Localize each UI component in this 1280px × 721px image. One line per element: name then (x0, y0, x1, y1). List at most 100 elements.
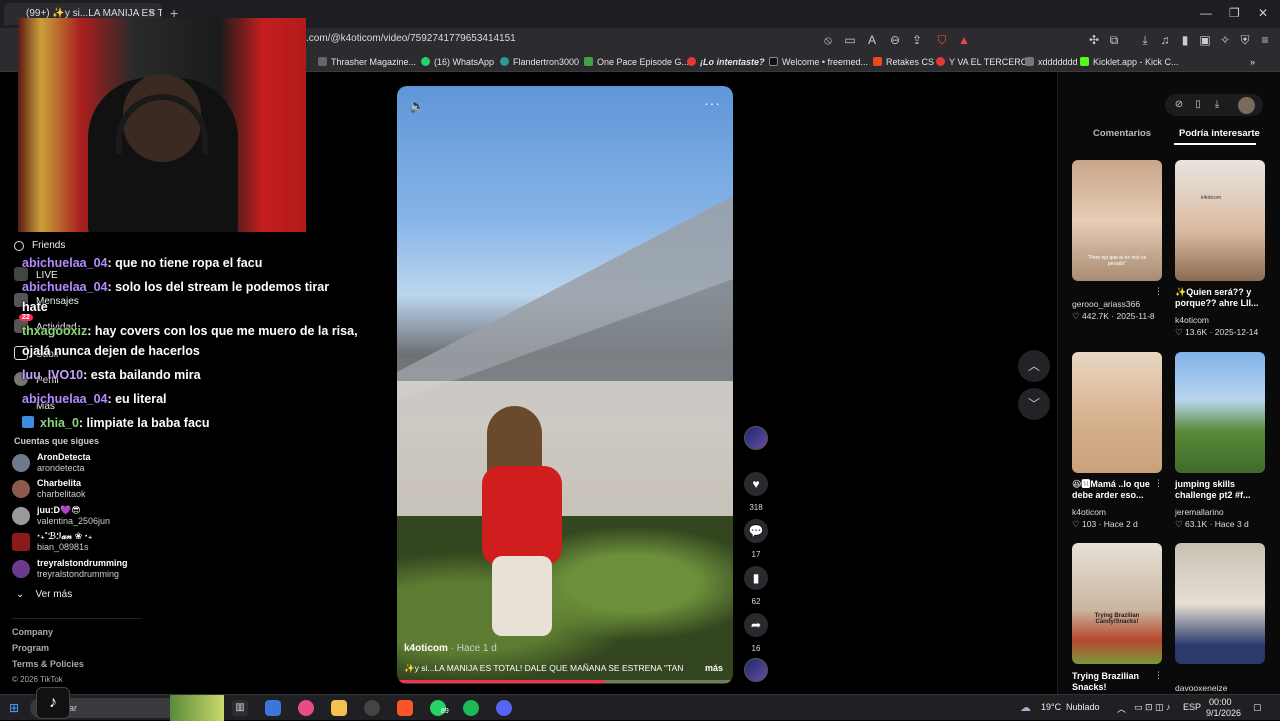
minimize-icon[interactable]: — (1200, 6, 1212, 20)
brave-shield-icon[interactable]: ⛉ (934, 33, 950, 48)
comment-count: 17 (751, 550, 761, 559)
bookmark-item[interactable]: Flandertron3000 (500, 57, 579, 67)
video-title[interactable]: Trying Brazilian Snacks! (1072, 671, 1164, 693)
video-author[interactable]: k4oticom (1175, 315, 1209, 325)
menu-icon[interactable]: ≡ (1257, 33, 1273, 47)
suggested-video-thumb[interactable] (1072, 352, 1162, 473)
bookmark-item[interactable]: One Pace Episode G... (584, 57, 689, 67)
share-count: 16 (751, 644, 761, 653)
share-icon[interactable]: ⇪ (909, 33, 925, 47)
video-author[interactable]: davooxeneize (1175, 683, 1227, 693)
video-title[interactable]: 😆🅼Mamá ..lo que debe arder eso... (1072, 479, 1164, 501)
windows-taskbar: ⊞ scar ♪ ▥ 89 ☁ 19°C Nublado ︿ ▭ ⊡ ◫ ♪ E… (0, 687, 1280, 721)
next-video-button[interactable]: ﹀ (1018, 388, 1050, 420)
brave-icon[interactable] (397, 700, 413, 716)
bookmark-item[interactable]: (16) WhatsApp (421, 57, 494, 67)
notifications-icon[interactable]: ▢ (1253, 702, 1262, 713)
weather-desc[interactable]: Nublado (1066, 702, 1100, 712)
bookmark-item[interactable]: Retakes CS (873, 57, 934, 67)
suggested-video-thumb[interactable] (1175, 543, 1265, 664)
chat-message: abichuelaa_04: solo los del stream le po… (22, 280, 330, 294)
app-icon[interactable] (298, 700, 314, 716)
user-avatar[interactable] (1238, 97, 1255, 114)
author-avatar[interactable] (744, 426, 768, 450)
weather-temp[interactable]: 19°C (1041, 702, 1061, 712)
see-more-button[interactable]: ⌄ Ver más (16, 589, 72, 600)
chat-badge-icon (22, 416, 34, 428)
tab-comments[interactable]: Comentarios (1093, 128, 1151, 139)
video-author[interactable]: k4oticom (1072, 507, 1106, 517)
clock-date[interactable]: 9/1/2026 (1206, 708, 1241, 718)
bookmark-item[interactable]: xddddddd (1025, 57, 1078, 67)
app-icon[interactable] (364, 700, 380, 716)
bookmarks-overflow-icon[interactable]: » (1250, 57, 1255, 67)
task-view-icon[interactable]: ▥ (232, 700, 248, 716)
tab-suggestions[interactable]: Podría interesarte (1179, 128, 1260, 139)
bookmark-item[interactable]: ¡Lo intentaste? (687, 57, 765, 67)
close-window-icon[interactable]: ✕ (1258, 6, 1268, 20)
footer-company[interactable]: Company (12, 627, 53, 637)
bookmark-item[interactable]: Kicklet.app - Kick C... (1080, 57, 1179, 67)
suggested-video-thumb[interactable]: Trying Brazilian Candy/Snacks! (1072, 543, 1162, 664)
more-options-icon[interactable]: ⋮ (1154, 670, 1163, 681)
more-options-icon[interactable]: ··· (704, 95, 721, 111)
wallet-icon[interactable]: ▣ (1197, 33, 1213, 47)
spotify-icon[interactable] (463, 700, 479, 716)
share-icon[interactable]: ➦ (744, 613, 768, 637)
reader-icon[interactable]: ⦸ (820, 33, 836, 48)
bookmark-item[interactable]: Thrasher Magazine... (318, 57, 416, 67)
translate-icon[interactable]: A (864, 33, 880, 47)
footer-terms[interactable]: Terms & Policies (12, 659, 84, 669)
download-icon[interactable]: ⤓ (1210, 99, 1224, 113)
video-title[interactable]: ✨Quien será?? y porque?? ahre LII... (1175, 287, 1267, 309)
download-icon[interactable]: ⤓ (1137, 33, 1153, 48)
bookmark-icon[interactable]: ▮ (744, 566, 768, 590)
tiktok-icon[interactable]: ♪ (36, 687, 70, 719)
previous-video-button[interactable]: ︿ (1018, 350, 1050, 382)
sidebar-item-friends[interactable]: Friends (14, 240, 65, 251)
file-explorer-icon[interactable] (331, 700, 347, 716)
extensions-icon[interactable]: ✣ (1086, 33, 1102, 47)
clock-time[interactable]: 00:00 (1209, 697, 1232, 707)
video-player[interactable]: 🔈 ··· k4oticom · Hace 1 d ✨y si...LA MAN… (397, 86, 733, 684)
video-author[interactable]: jeremallarino (1175, 507, 1224, 517)
media-icon[interactable]: ♫ (1157, 33, 1173, 47)
like-icon[interactable]: ♥ (744, 472, 768, 496)
suggested-video-thumb[interactable]: "Pero ojo que el ex mío es pesado" (1072, 160, 1162, 281)
suggested-video-thumb[interactable] (1175, 352, 1265, 473)
sidebar-icon[interactable]: ▮ (1177, 33, 1193, 47)
rewards-icon[interactable]: ▲ (956, 33, 972, 47)
windows-start-icon[interactable]: ⊞ (9, 701, 19, 715)
bookmark-item[interactable]: Welcome • freemed... (769, 57, 868, 67)
network-icon[interactable]: ▭ ⊡ ◫ ♪ (1134, 702, 1171, 713)
more-options-icon[interactable]: ⋮ (1154, 286, 1163, 297)
account-name: juu:D💜😎 (37, 505, 81, 515)
url-field[interactable]: .com/@k4oticom/video/7592741779653414151 (306, 33, 516, 44)
leo-icon[interactable]: ✧ (1217, 33, 1233, 47)
zoom-icon[interactable]: ⊖ (887, 33, 903, 47)
bookmark-item[interactable]: Y VA EL TERCERO (936, 57, 1028, 67)
language-indicator[interactable]: ESP (1183, 702, 1201, 712)
vpn-icon[interactable]: ⛨ (1237, 33, 1253, 48)
chevron-up-icon[interactable]: ︿ (1117, 702, 1126, 715)
video-title[interactable]: jumping skills challenge pt2 #f... (1175, 479, 1267, 501)
video-author[interactable]: k4oticom · Hace 1 d (404, 643, 497, 654)
suggested-video-thumb[interactable]: k4oticom (1175, 160, 1265, 281)
store-icon[interactable] (265, 700, 281, 716)
music-disc-icon[interactable] (744, 658, 768, 682)
more-options-icon[interactable]: ⋮ (1154, 478, 1163, 489)
discord-icon[interactable] (496, 700, 512, 716)
volume-icon[interactable]: 🔈 (409, 98, 425, 114)
compass-icon[interactable]: ⊘ (1172, 99, 1186, 113)
device-icon[interactable]: ▯ (1191, 99, 1205, 113)
video-author[interactable]: gerooo_ariass366 (1072, 299, 1140, 309)
video-subject (477, 406, 567, 636)
maximize-icon[interactable]: ❐ (1229, 6, 1240, 20)
screen-icon[interactable]: ▭ (842, 33, 858, 47)
tab-icon[interactable]: ⧉ (1106, 33, 1122, 48)
caption-more-button[interactable]: más (705, 663, 723, 673)
comment-icon[interactable]: 💬 (744, 519, 768, 543)
active-tab-indicator (1174, 143, 1256, 145)
footer-program[interactable]: Program (12, 643, 49, 653)
video-progress-bar[interactable] (397, 680, 733, 683)
